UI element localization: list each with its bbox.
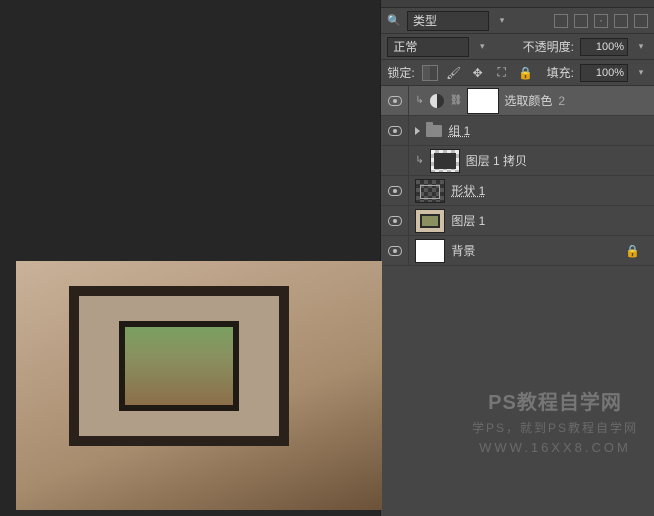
layer-row-selective-color-2[interactable]: ↳ ⛓ 选取颜色 2 bbox=[381, 86, 654, 116]
blend-opacity-row: 正常 ▾ 不透明度: 100% ▾ bbox=[381, 34, 654, 60]
watermark: PS教程自学网 学PS，就到PS教程自学网 WWW.16XX8.COM bbox=[472, 386, 638, 455]
layer-row-group-1[interactable]: 组 1 bbox=[381, 116, 654, 146]
link-icon: ⛓ bbox=[450, 95, 463, 106]
canvas-area[interactable] bbox=[0, 0, 380, 516]
lock-all-icon[interactable]: 🔒 bbox=[517, 64, 535, 82]
blend-mode-value: 正常 bbox=[393, 38, 417, 55]
folder-icon bbox=[426, 125, 442, 137]
lock-icon: 🔒 bbox=[625, 244, 640, 258]
visibility-toggle[interactable] bbox=[381, 146, 409, 175]
adjustment-icon bbox=[430, 94, 444, 108]
fill-label: 填充: bbox=[547, 64, 574, 81]
layer-row-background[interactable]: 背景 🔒 bbox=[381, 236, 654, 266]
layer-name[interactable]: 形状 1 bbox=[451, 182, 485, 199]
layer-row-layer-1[interactable]: 图层 1 bbox=[381, 206, 654, 236]
lock-position-icon[interactable]: ✥ bbox=[469, 64, 487, 82]
layer-row-shape-1[interactable]: 形状 1 bbox=[381, 176, 654, 206]
filter-shape-icon[interactable] bbox=[614, 14, 628, 28]
visibility-toggle[interactable] bbox=[381, 176, 409, 205]
opacity-input[interactable]: 100% bbox=[580, 38, 628, 56]
lock-transparent-icon[interactable] bbox=[421, 64, 439, 82]
layer-name[interactable]: 图层 1 bbox=[451, 212, 485, 229]
opacity-label: 不透明度: bbox=[523, 38, 574, 55]
visibility-toggle[interactable] bbox=[381, 206, 409, 235]
chevron-down-icon[interactable]: ▾ bbox=[495, 15, 509, 26]
watermark-url: WWW.16XX8.COM bbox=[472, 440, 638, 455]
layer-thumbnail[interactable] bbox=[415, 179, 445, 203]
picture-frame-outer bbox=[69, 286, 289, 446]
layer-thumbnail[interactable] bbox=[415, 239, 445, 263]
layers-panel: 🔍 类型 ▾ 正常 ▾ 不透明度: 100% ▾ 锁定: 🖌 ✥ ⛶ 🔒 填充:… bbox=[380, 0, 654, 516]
eye-icon bbox=[388, 216, 402, 226]
filter-pixels-icon[interactable] bbox=[554, 14, 568, 28]
eye-icon bbox=[388, 126, 402, 136]
picture-frame-inner bbox=[119, 321, 239, 411]
blend-mode-select[interactable]: 正常 bbox=[387, 37, 469, 57]
layer-thumbnail[interactable] bbox=[415, 209, 445, 233]
layer-thumbnail[interactable] bbox=[430, 149, 460, 173]
layer-name[interactable]: 背景 bbox=[451, 242, 475, 259]
opacity-value: 100% bbox=[596, 41, 624, 53]
eye-icon bbox=[388, 96, 402, 106]
clip-indicator-icon: ↳ bbox=[415, 95, 423, 106]
layer-name[interactable]: 组 1 bbox=[448, 122, 470, 139]
filter-adjust-icon[interactable] bbox=[574, 14, 588, 28]
fill-value: 100% bbox=[596, 67, 624, 79]
filter-type-select[interactable]: 类型 bbox=[407, 11, 489, 31]
clip-indicator-icon: ↳ bbox=[415, 155, 423, 166]
lock-label: 锁定: bbox=[387, 64, 414, 81]
filter-smart-icon[interactable] bbox=[634, 14, 648, 28]
chevron-down-icon[interactable]: ▾ bbox=[634, 67, 648, 78]
watermark-title: PS教程自学网 bbox=[472, 386, 638, 415]
watermark-subtitle: 学PS，就到PS教程自学网 bbox=[472, 419, 638, 436]
eye-icon bbox=[388, 246, 402, 256]
visibility-toggle[interactable] bbox=[381, 236, 409, 265]
expand-arrow-icon[interactable] bbox=[415, 127, 420, 135]
chevron-down-icon[interactable]: ▾ bbox=[475, 41, 489, 52]
panel-tabs[interactable] bbox=[381, 0, 654, 8]
filter-type-text-icon[interactable] bbox=[594, 14, 608, 28]
visibility-toggle[interactable] bbox=[381, 86, 409, 115]
visibility-toggle[interactable] bbox=[381, 116, 409, 145]
layer-mask-thumbnail[interactable] bbox=[468, 89, 498, 113]
canvas-image bbox=[16, 261, 382, 510]
lock-fill-row: 锁定: 🖌 ✥ ⛶ 🔒 填充: 100% ▾ bbox=[381, 60, 654, 86]
layer-row-layer-1-copy[interactable]: ↳ 图层 1 拷贝 bbox=[381, 146, 654, 176]
fill-input[interactable]: 100% bbox=[580, 64, 628, 82]
layer-name-suffix: 2 bbox=[558, 94, 565, 108]
layer-name[interactable]: 选取颜色 bbox=[504, 92, 552, 109]
layer-name[interactable]: 图层 1 拷贝 bbox=[466, 152, 527, 169]
eye-icon bbox=[388, 186, 402, 196]
chevron-down-icon[interactable]: ▾ bbox=[634, 41, 648, 52]
layer-list: ↳ ⛓ 选取颜色 2 组 1 ↳ 图层 1 拷贝 bbox=[381, 86, 654, 516]
lock-pixels-icon[interactable]: 🖌 bbox=[445, 64, 463, 82]
filter-icon[interactable]: 🔍 bbox=[387, 14, 401, 27]
lock-artboard-icon[interactable]: ⛶ bbox=[493, 64, 511, 82]
layer-filter-row: 🔍 类型 ▾ bbox=[381, 8, 654, 34]
